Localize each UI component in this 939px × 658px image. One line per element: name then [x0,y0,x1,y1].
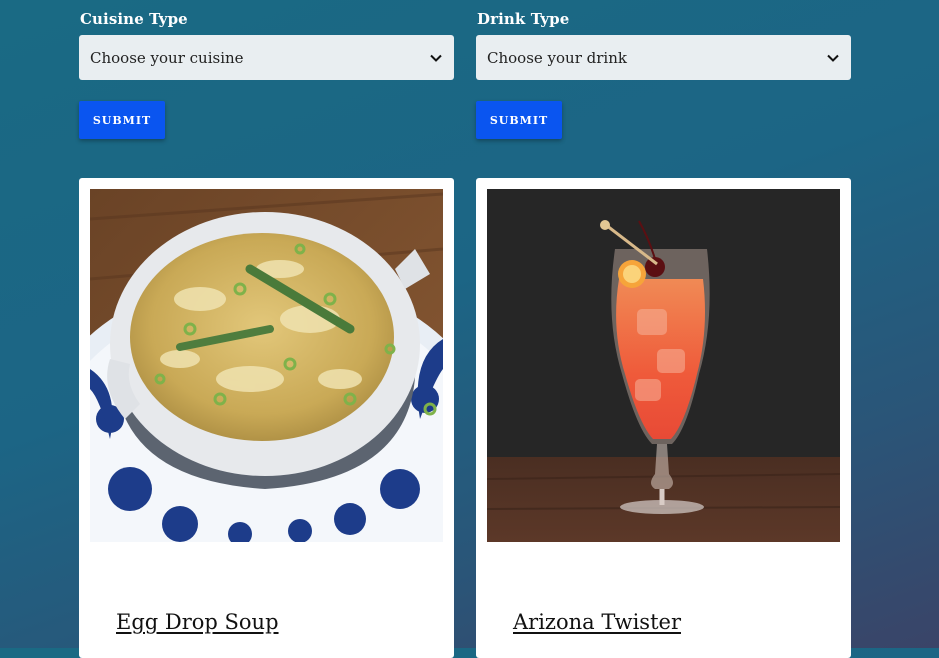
drink-type-label: Drink Type [477,10,570,28]
arizona-twister-link[interactable]: Arizona Twister [513,610,681,634]
drink-select[interactable]: Choose your drink [476,35,851,80]
egg-drop-soup-link[interactable]: Egg Drop Soup [116,610,279,634]
drink-select-value: Choose your drink [487,48,627,67]
cuisine-submit-button[interactable]: SUBMIT [79,101,165,139]
recipe-card: Arizona Twister [476,178,851,658]
egg-drop-soup-photo [90,189,443,542]
chevron-down-icon [429,51,443,65]
cuisine-select[interactable]: Choose your cuisine [79,35,454,80]
chevron-down-icon [826,51,840,65]
drink-submit-button[interactable]: SUBMIT [476,101,562,139]
recipe-card: Egg Drop Soup [79,178,454,658]
cuisine-type-label: Cuisine Type [80,10,188,28]
cuisine-select-value: Choose your cuisine [90,48,244,67]
arizona-twister-photo [487,189,840,542]
